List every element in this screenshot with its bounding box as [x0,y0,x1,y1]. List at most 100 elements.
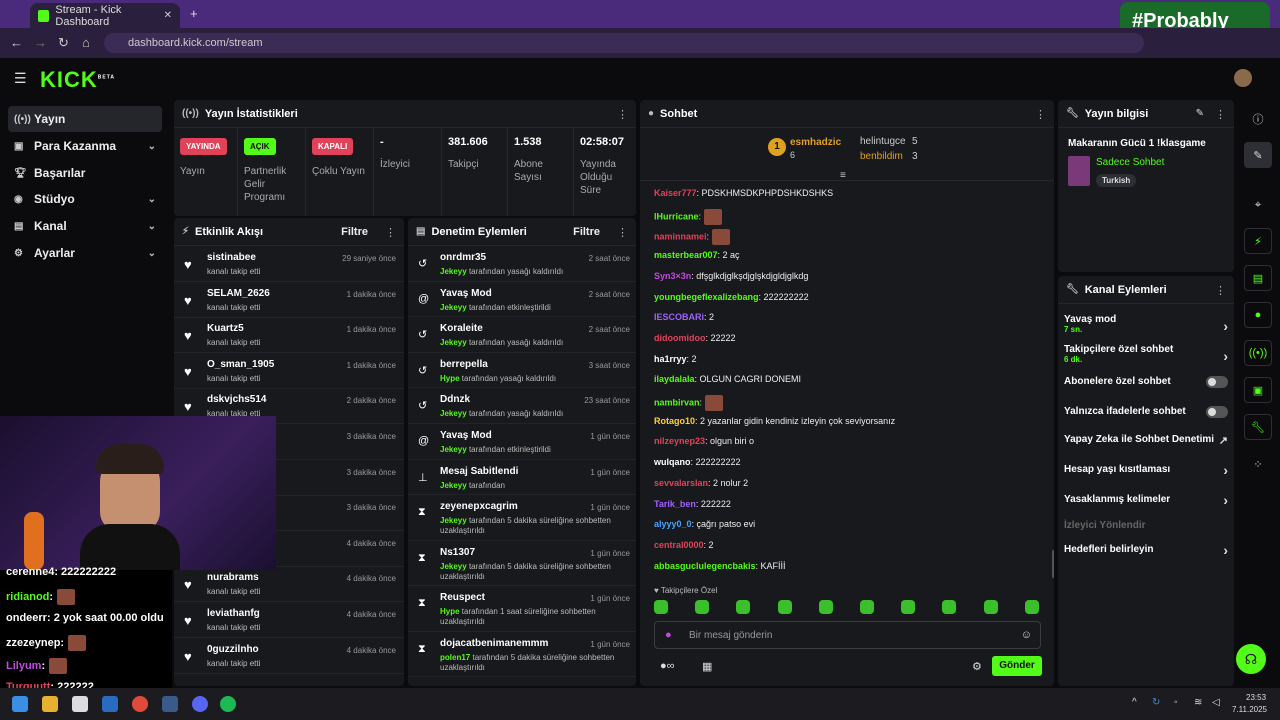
emote-icon[interactable] [777,600,792,614]
clock-date[interactable]: 7.11.2025 [1232,705,1267,714]
document-icon[interactable]: ▤ [1244,265,1272,291]
moderation-target[interactable]: onrdmr35 [440,252,486,263]
more-icon[interactable]: ⋮ [385,226,396,239]
emote-icon[interactable] [654,600,668,614]
activity-row[interactable]: ♥ 0guzzilnho kanalı takip etti 4 dakika önc… [174,638,404,674]
store-icon[interactable] [72,696,88,712]
moderation-row[interactable]: ↺ Koraleite Jekeyy tarafından yasağı kaldı… [408,317,636,353]
steam-icon[interactable] [162,696,178,712]
activity-username[interactable]: SELAM_2626 [207,288,270,299]
chat-icon[interactable]: ● [1244,302,1272,328]
moderator-name[interactable]: Hype [440,374,460,383]
activity-username[interactable]: Kuartz5 [207,323,244,334]
activity-row[interactable]: ♥ SELAM_2626 kanalı takip etti 1 dakika önc… [174,282,404,318]
sidebar-item-kanal[interactable]: ▤ Kanal ⌄ [8,213,162,239]
emote-icon[interactable] [695,600,710,614]
moderator-name[interactable]: Jekeyy [440,409,467,418]
chat-username[interactable]: abbasguclulegencbakis [654,561,756,571]
chat-username[interactable]: Syn3×3n [654,271,691,281]
emote-icon[interactable] [818,600,833,614]
moderation-row[interactable]: @ Yavaş Mod Jekeyy tarafından etkinleştiri… [408,282,636,318]
points-icon[interactable]: ●∞ [660,660,675,672]
channel-action-row[interactable]: Abonelere özel sohbet [1064,376,1228,388]
sidebar-item-ayarlar[interactable]: ⚙ Ayarlar ⌄ [8,240,162,266]
emote-icon[interactable] [901,600,916,614]
file-explorer-icon[interactable] [42,696,58,712]
bolt-icon[interactable]: ⚡︎ [1244,228,1272,254]
url-field[interactable]: dashboard.kick.com/stream [104,33,1144,53]
mic-icon[interactable]: ● [665,629,672,641]
channel-action-row[interactable]: Yasaklanmış kelimeler › [1064,492,1228,508]
channel-action-row[interactable]: Yalnızca ifadelerle sohbet [1064,406,1228,418]
mic-icon[interactable]: ◦ [1174,697,1178,708]
home-icon[interactable]: ⌂ [82,35,90,50]
chat-username[interactable]: nilzeynep23 [654,436,705,446]
activity-row[interactable]: ♥ Kuartz5 kanalı takip etti 1 dakika önce [174,317,404,354]
moderation-target[interactable]: Reuspect [440,592,485,603]
moderator-name[interactable]: polen17 [440,653,470,662]
chat-input[interactable]: ● Bir mesaj gönderin ☺ [654,621,1041,649]
moderator-name[interactable]: Jekeyy [440,562,467,571]
moderation-row[interactable]: ⧗ dojacatbenimanemmm polen17 tarafından 5 … [408,632,636,678]
moderator-name[interactable]: Jekeyy [440,516,467,525]
activity-row[interactable]: ♥ leviathanfg kanalı takip etti 4 dakika ön… [174,602,404,638]
store-icon[interactable]: ▦ [702,660,712,673]
support-icon[interactable]: ☊ [1236,644,1266,674]
channel-action-row[interactable]: Hedefleri belirleyin › [1064,542,1228,558]
emote-icon[interactable] [736,600,751,614]
chat-username[interactable]: alyyy0_0 [654,519,692,529]
category-name[interactable]: Sadece Sohbet [1096,157,1164,168]
moderator-name[interactable]: Jekeyy [440,338,467,347]
activity-username[interactable]: O_sman_1905 [207,359,274,370]
chrome-icon[interactable] [132,696,148,712]
browser-tab[interactable]: Stream - Kick Dashboard ✕ [30,3,180,28]
settings-icon[interactable]: ⚙ [972,660,982,673]
toggle-switch[interactable] [1206,376,1228,388]
tray-chevron-icon[interactable]: ^ [1132,697,1137,708]
volume-icon[interactable]: ◁ [1212,697,1220,708]
chat-username[interactable]: Tarik_ben [654,499,696,509]
edit-icon[interactable]: ✎ [1244,142,1272,168]
chat-username[interactable]: Rotago10 [654,416,695,426]
moderation-row[interactable]: ↺ onrdmr35 Jekeyy tarafından yasağı kaldır… [408,246,636,282]
activity-username[interactable]: leviathanfg [207,608,260,619]
sidebar-item-yayin[interactable]: ((•)) Yayın [8,106,162,132]
layout-icon[interactable]: ▣ [1244,377,1272,403]
channel-action-row[interactable]: Yapay Zeka ile Sohbet Denetimi ↗ [1064,434,1228,447]
external-link-icon[interactable]: ↗ [1219,434,1228,447]
activity-username[interactable]: nurabrams [207,572,259,583]
emote-icon[interactable] [1024,600,1039,614]
reload-icon[interactable]: ↻ [58,35,69,51]
chevron-right-icon[interactable]: › [1223,348,1228,364]
clock-time[interactable]: 23:53 [1246,693,1266,702]
activity-row[interactable]: ♥ nurabrams kanalı takip etti 4 dakika önce [174,566,404,603]
sidebar-item-studyo[interactable]: ◉ Stüdyo ⌄ [8,186,162,212]
chevron-right-icon[interactable]: › [1223,462,1228,478]
moderation-target[interactable]: zeyenepxcagrim [440,501,518,512]
outlook-icon[interactable] [102,696,118,712]
new-tab-icon[interactable]: + [190,6,198,21]
info-icon[interactable]: ⓘ [1244,106,1272,132]
emote-icon[interactable] [983,600,998,614]
sidebar-item-para-kazanma[interactable]: ▣ Para Kazanma ⌄ [8,133,162,159]
chat-username[interactable]: didoomidoo [654,333,706,343]
emoji-icon[interactable]: ☺ [1021,629,1032,641]
chat-username[interactable]: naminnamei [654,232,707,242]
sidebar-item-basarilar[interactable]: 🏆︎ Başarılar [8,160,162,186]
moderation-target[interactable]: Koraleite [440,323,483,334]
discord-icon[interactable] [192,696,208,712]
wrench-icon[interactable]: 🔧︎ [1244,414,1272,440]
chat-username[interactable]: lHurricane [654,211,699,221]
more-icon[interactable]: ⋮ [617,108,628,121]
forward-icon[interactable]: → [34,35,47,50]
moderation-target[interactable]: Yavaş Mod [440,430,492,441]
chevron-right-icon[interactable]: › [1223,492,1228,508]
channel-action-row[interactable]: Yavaş mod 7 sn. › [1064,314,1228,334]
moderator-name[interactable]: Jekeyy [440,481,467,490]
back-icon[interactable]: ← [10,35,23,50]
chat-username[interactable]: nambirvan [654,397,700,407]
sync-icon[interactable]: ↻ [1152,697,1160,708]
filter-button[interactable]: Filtre [341,226,368,238]
moderation-target[interactable]: dojacatbenimanemmm [440,638,548,649]
spotify-icon[interactable] [220,696,236,712]
